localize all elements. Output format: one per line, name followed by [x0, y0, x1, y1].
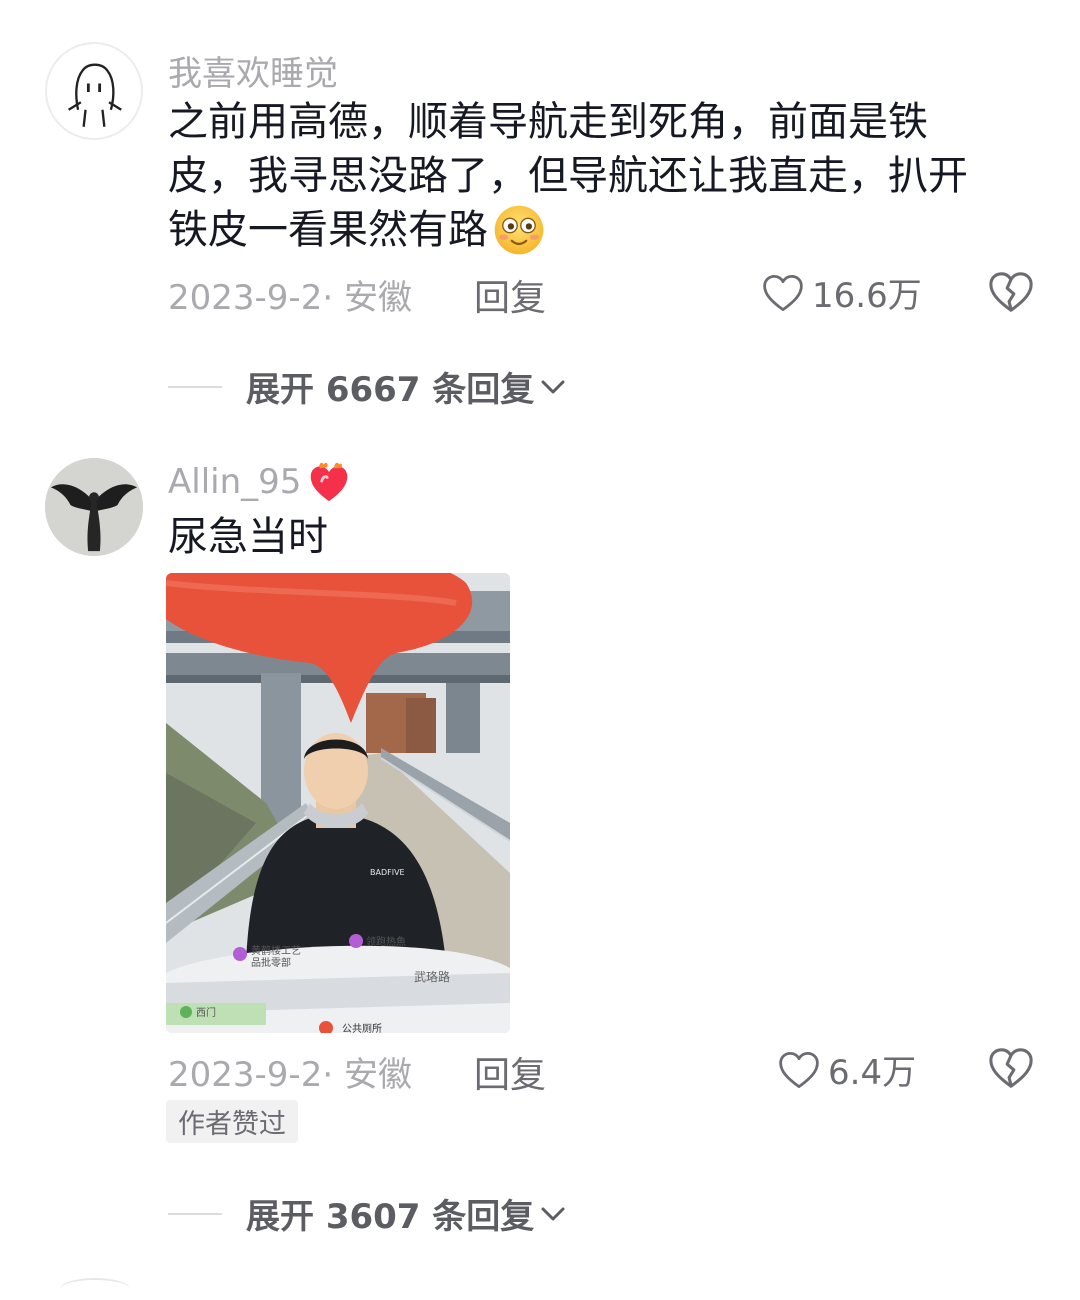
- avatar[interactable]: [45, 42, 143, 140]
- reply-button[interactable]: 回复: [474, 1046, 546, 1098]
- fire-heart-icon: [311, 462, 348, 502]
- doodle-avatar-icon: [68, 63, 122, 127]
- comment-text: 尿急当时: [168, 514, 328, 560]
- map-label: 西门: [196, 1006, 216, 1019]
- comment-date-location: 2023-9-2· 安徽: [168, 1055, 412, 1095]
- expand-replies-label: 展开 6667 条回复: [246, 370, 535, 410]
- broken-heart-icon[interactable]: [988, 1046, 1034, 1090]
- flushed-smile-emoji-icon: [494, 205, 544, 255]
- next-comment-avatar: [60, 1278, 130, 1300]
- avatar[interactable]: [45, 458, 143, 556]
- username-text: Allin_95: [168, 462, 302, 502]
- chevron-down-icon: [541, 380, 565, 393]
- comment-date-location: 2023-9-2· 安徽: [168, 278, 412, 318]
- heart-icon: [763, 274, 803, 311]
- like-button[interactable]: 16.6万: [762, 268, 922, 317]
- comment-text-line-content: 铁皮一看果然有路: [168, 207, 488, 253]
- comment-text-line: 铁皮一看果然有路: [168, 203, 1048, 257]
- comment-text: 之前用高德，顺着导航走到死角，前面是铁 皮，我寻思没路了，但导航还让我直走，扒开…: [168, 95, 1048, 257]
- heart-icon: [779, 1051, 819, 1088]
- reply-button[interactable]: 回复: [474, 269, 546, 321]
- comment-image[interactable]: BADFIVE 黄鹤楼工艺 品批零部 领跑热魚 武珞路 西门 公共厕所: [166, 573, 510, 1033]
- chevron-down-icon: [541, 1207, 565, 1220]
- like-count: 16.6万: [812, 276, 922, 316]
- like-count: 6.4万: [828, 1053, 917, 1093]
- map-label: 品批零部: [251, 956, 291, 969]
- comment-text-line: 皮，我寻思没路了，但导航还让我直走，扒开: [168, 153, 968, 199]
- author-liked-badge: 作者赞过: [166, 1100, 298, 1143]
- map-label: 公共厕所: [342, 1023, 382, 1033]
- divider-line: [168, 385, 222, 388]
- expand-replies-button[interactable]: 展开 6667 条回复: [168, 362, 566, 411]
- shirt-text: BADFIVE: [370, 868, 405, 877]
- like-button[interactable]: 6.4万: [778, 1045, 916, 1094]
- comment-username[interactable]: Allin_95: [168, 461, 351, 503]
- map-label: 黄鹤楼工艺: [251, 944, 301, 957]
- map-label: 武珞路: [414, 969, 450, 984]
- comment-username[interactable]: 我喜欢睡觉: [168, 46, 338, 95]
- map-label: 领跑热魚: [366, 935, 406, 948]
- street-photo-image: BADFIVE 黄鹤楼工艺 品批零部 领跑热魚 武珞路 西门 公共厕所: [166, 573, 510, 1033]
- divider-line: [168, 1212, 222, 1215]
- expand-replies-button[interactable]: 展开 3607 条回复: [168, 1189, 566, 1238]
- expand-replies-label: 展开 3607 条回复: [246, 1197, 535, 1237]
- comment-text-line: 之前用高德，顺着导航走到死角，前面是铁: [168, 99, 928, 145]
- broken-heart-icon[interactable]: [988, 270, 1034, 314]
- angel-wings-avatar-icon: [45, 458, 143, 556]
